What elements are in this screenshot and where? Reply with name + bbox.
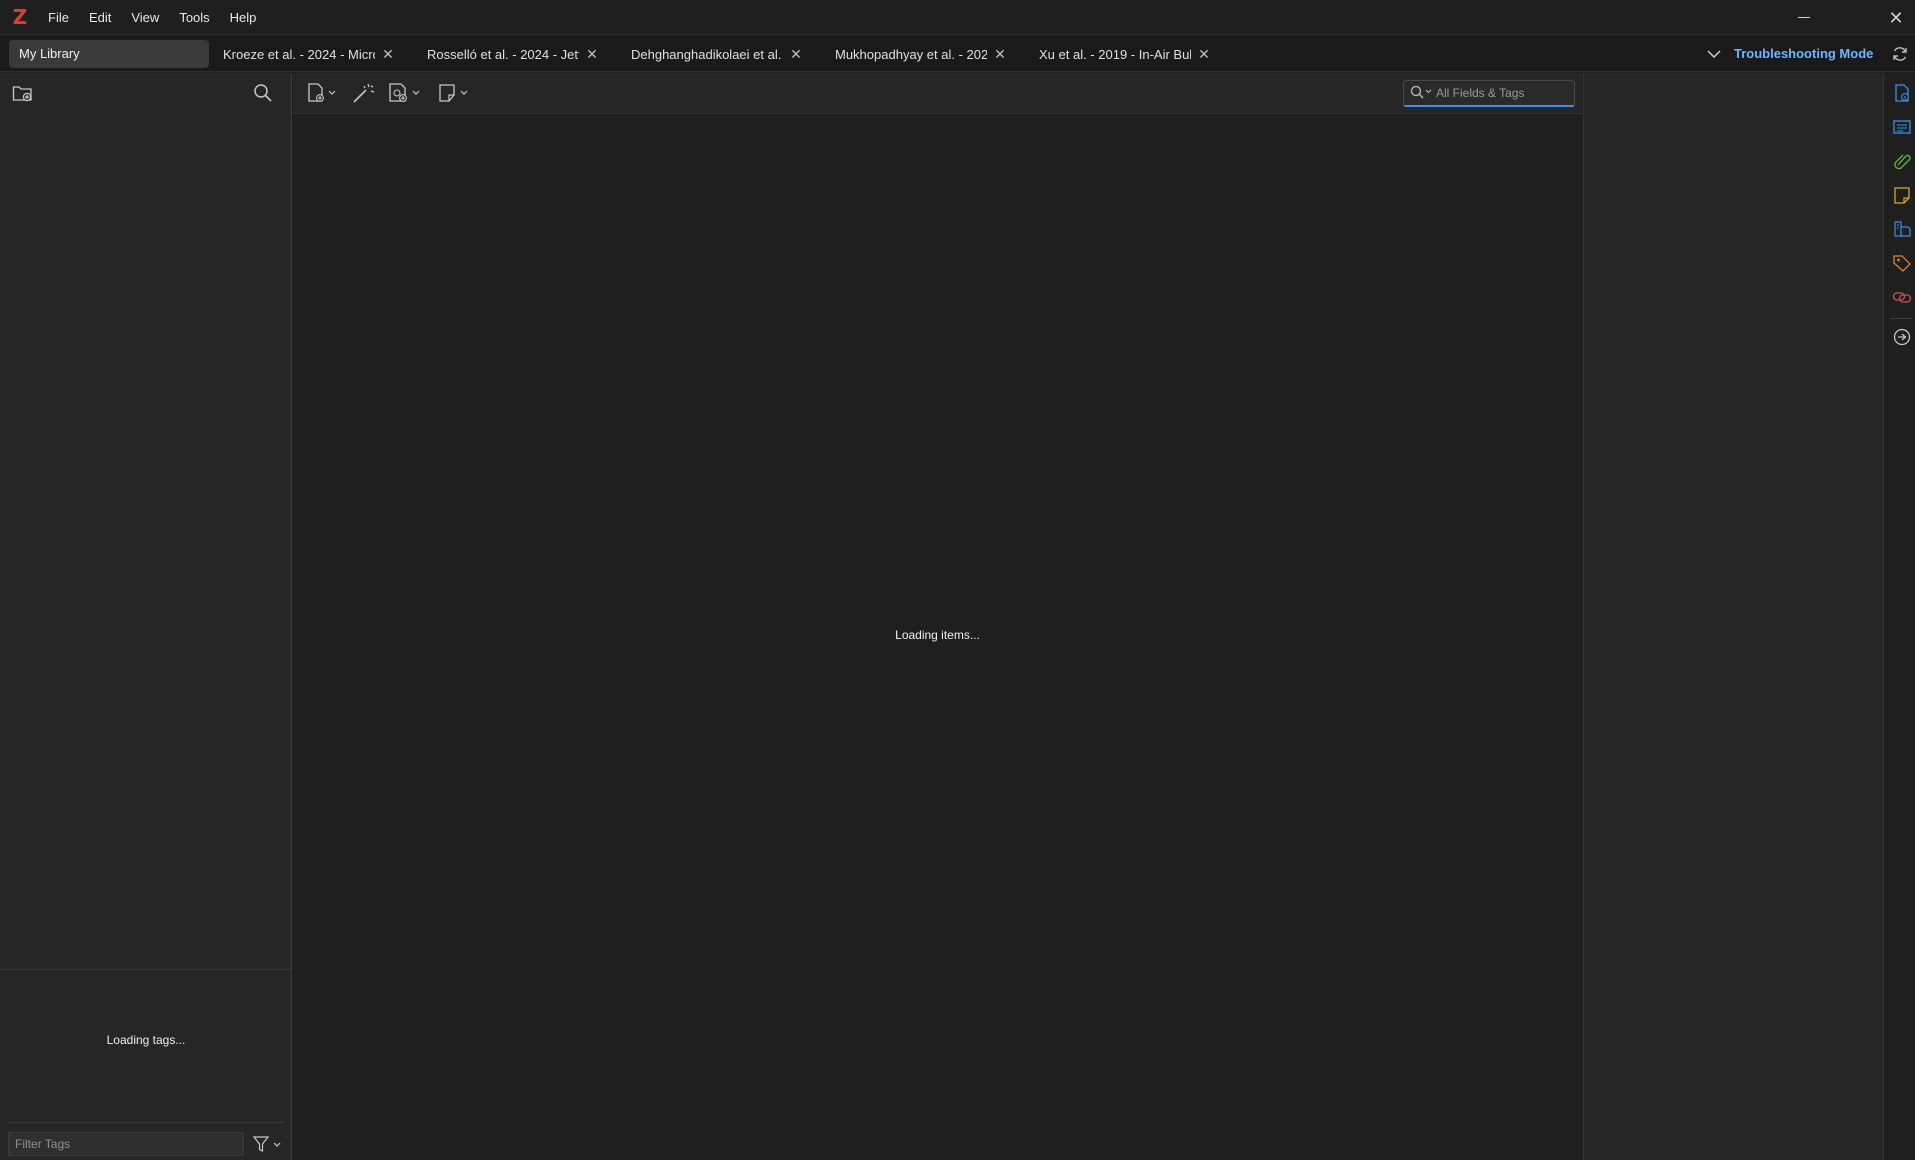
document-tab[interactable]: Rosselló et al. - 2024 - Jettin ✕ bbox=[415, 40, 619, 68]
sync-icon[interactable] bbox=[1890, 44, 1910, 64]
items-toolbar bbox=[293, 73, 1582, 114]
locate-icon[interactable] bbox=[1892, 327, 1912, 347]
menu-help[interactable]: Help bbox=[220, 0, 267, 35]
close-icon[interactable]: ✕ bbox=[787, 46, 805, 63]
related-icon[interactable] bbox=[1892, 287, 1912, 307]
new-collection-icon[interactable] bbox=[12, 83, 34, 103]
new-item-icon[interactable] bbox=[305, 82, 339, 104]
document-tab-label: Mukhopadhyay et al. - 2024 bbox=[835, 46, 987, 62]
document-tab-label: Kroeze et al. - 2024 - Microf bbox=[223, 46, 375, 62]
divider bbox=[8, 1122, 284, 1123]
new-note-icon[interactable] bbox=[437, 82, 471, 104]
item-details-pane bbox=[1583, 73, 1883, 1160]
collections-pane: Loading tags... bbox=[0, 73, 292, 1160]
search-icon[interactable] bbox=[252, 82, 274, 104]
document-tab-label: Dehghanghadikolaei et al. - bbox=[631, 46, 783, 62]
tag-selector-divider[interactable] bbox=[0, 969, 292, 970]
menu-file[interactable]: File bbox=[38, 0, 79, 35]
add-attachment-icon[interactable] bbox=[387, 82, 423, 104]
notes-icon[interactable] bbox=[1892, 185, 1912, 205]
close-icon[interactable]: ✕ bbox=[1195, 46, 1213, 63]
minimize-window-button[interactable] bbox=[1792, 8, 1816, 28]
info-icon[interactable] bbox=[1892, 83, 1912, 103]
menu-edit[interactable]: Edit bbox=[79, 0, 121, 35]
search-mode-icon[interactable] bbox=[1408, 84, 1436, 102]
filter-icon[interactable] bbox=[252, 1134, 284, 1154]
close-icon[interactable]: ✕ bbox=[991, 46, 1009, 63]
tab-bar: My Library Kroeze et al. - 2024 - Microf… bbox=[0, 36, 1915, 72]
item-search-box[interactable] bbox=[1403, 80, 1575, 107]
menu-bar: File Edit View Tools Help bbox=[38, 0, 266, 35]
close-window-button[interactable]: ✕ bbox=[1884, 7, 1908, 29]
menu-tools[interactable]: Tools bbox=[169, 0, 219, 35]
document-tab[interactable]: Kroeze et al. - 2024 - Microf ✕ bbox=[211, 40, 415, 68]
item-pane-sidenav bbox=[1883, 73, 1915, 1160]
abstract-icon[interactable] bbox=[1892, 117, 1912, 137]
document-tab[interactable]: Xu et al. - 2019 - In-Air Bubb ✕ bbox=[1027, 40, 1231, 68]
divider bbox=[1890, 318, 1912, 319]
items-pane: Loading items... bbox=[293, 73, 1582, 1160]
filter-tags-input[interactable] bbox=[8, 1132, 244, 1156]
zotero-logo: Z bbox=[12, 5, 28, 29]
tab-my-library[interactable]: My Library bbox=[9, 40, 209, 68]
search-input[interactable] bbox=[1436, 83, 1571, 103]
close-icon[interactable]: ✕ bbox=[583, 46, 601, 63]
libraries-collections-icon[interactable] bbox=[1892, 219, 1912, 239]
loading-items-message: Loading items... bbox=[895, 628, 980, 642]
menu-view[interactable]: View bbox=[121, 0, 169, 35]
document-tab[interactable]: Mukhopadhyay et al. - 2024 ✕ bbox=[823, 40, 1027, 68]
title-bar: Z File Edit View Tools Help ✕ bbox=[0, 0, 1915, 35]
document-tab-label: Xu et al. - 2019 - In-Air Bubb bbox=[1039, 46, 1191, 62]
chevron-down-icon[interactable] bbox=[1704, 44, 1724, 64]
loading-tags-message: Loading tags... bbox=[106, 1033, 186, 1047]
add-by-identifier-icon[interactable] bbox=[351, 82, 377, 104]
tags-icon[interactable] bbox=[1892, 253, 1912, 273]
document-tab-label: Rosselló et al. - 2024 - Jettin bbox=[427, 46, 579, 62]
document-tab[interactable]: Dehghanghadikolaei et al. - ✕ bbox=[619, 40, 823, 68]
troubleshooting-mode-indicator[interactable]: Troubleshooting Mode bbox=[1734, 36, 1873, 72]
attachments-icon[interactable] bbox=[1892, 151, 1912, 171]
close-icon[interactable]: ✕ bbox=[379, 46, 397, 63]
